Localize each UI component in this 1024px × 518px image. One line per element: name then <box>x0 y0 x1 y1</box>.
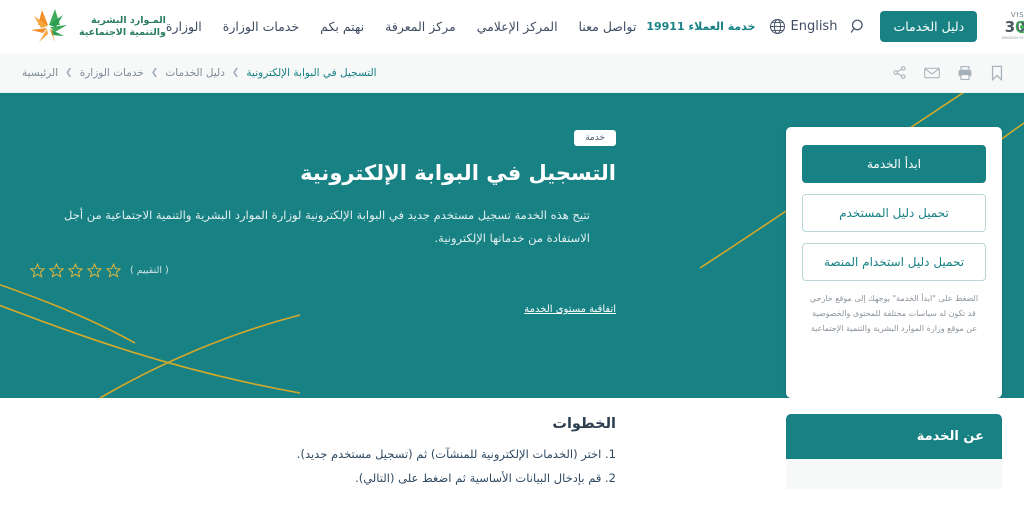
service-action-card: ابدأ الخدمة تحميل دليل المستخدم تحميل دل… <box>786 127 1002 398</box>
share-toolbar <box>892 65 1004 81</box>
steps-list: 1. اختر (الخدمات الإلكترونية للمنشآت) ثم… <box>30 443 616 490</box>
nav-item-contact-us[interactable]: تواصل معنا <box>579 19 637 34</box>
breadcrumb-separator: ❯ <box>231 67 240 78</box>
nav-item-knowledge-center[interactable]: مركز المعرفة <box>385 19 456 34</box>
step-number-2: 2. <box>605 470 616 485</box>
services-guide-button[interactable]: دليل الخدمات <box>880 11 978 42</box>
share-icon[interactable] <box>892 65 907 80</box>
step-text-1: اختر (الخدمات الإلكترونية للمنشآت) ثم (ت… <box>296 447 602 461</box>
steps-block: الخطوات 1. اختر (الخدمات الإلكترونية للم… <box>0 398 640 518</box>
ministry-logo[interactable]: المـوارد البشرية والتنمية الاجتماعية <box>26 7 166 47</box>
bookmark-icon[interactable] <box>990 65 1004 81</box>
nav-item-we-care[interactable]: نهتم بكم <box>320 19 364 34</box>
rating-widget[interactable]: ( التقييم ) <box>30 263 616 278</box>
download-user-guide-button[interactable]: تحميل دليل المستخدم <box>802 194 986 232</box>
language-switcher[interactable]: English <box>769 18 838 35</box>
service-actions-panel: ابدأ الخدمة تحميل دليل المستخدم تحميل دل… <box>640 93 1024 398</box>
page-title: التسجيل في البوابة الإلكترونية <box>300 161 616 185</box>
nav-item-ministry[interactable]: الوزارة <box>166 19 202 34</box>
star-icon-3[interactable] <box>68 263 83 278</box>
nav-item-media-center[interactable]: المركز الإعلامي <box>477 19 558 34</box>
service-details-section: الخطوات 1. اختر (الخدمات الإلكترونية للم… <box>0 398 1024 518</box>
rating-label: ( التقييم ) <box>130 265 169 277</box>
breadcrumb-separator: ❯ <box>65 67 73 78</box>
external-link-disclaimer: الضغط على "ابدأ الخدمة" يوجهك إلى موقع خ… <box>809 294 979 333</box>
service-type-badge: خدمة <box>574 130 616 146</box>
main-navigation: الوزارة خدمات الوزارة نهتم بكم مركز المع… <box>166 19 636 34</box>
step-number-1: 1. <box>605 447 616 461</box>
hero-content: خدمة التسجيل في البوابة الإلكترونية تتيح… <box>0 93 1024 398</box>
hero-text-block: خدمة التسجيل في البوابة الإلكترونية تتيح… <box>0 93 640 398</box>
download-platform-guide-button[interactable]: تحميل دليل استخدام المنصة <box>802 243 986 281</box>
email-icon[interactable] <box>924 65 940 81</box>
service-hero: خدمة التسجيل في البوابة الإلكترونية تتيح… <box>0 93 1024 398</box>
start-service-button[interactable]: ابدأ الخدمة <box>802 145 986 183</box>
customer-service-number[interactable]: خدمة العملاء 19911 <box>646 20 755 33</box>
ministry-logo-line1: المـوارد البشرية <box>91 15 166 27</box>
globe-icon <box>769 19 785 34</box>
tab-about-service[interactable]: عن الخدمة <box>786 414 1002 459</box>
step-item-2: 2. قم بإدخال البيانات الأساسية ثم اضغط ع… <box>30 467 616 491</box>
ministry-logo-mark <box>31 8 67 43</box>
star-icon-2[interactable] <box>49 263 64 278</box>
nav-item-ministry-services[interactable]: خدمات الوزارة <box>223 19 299 34</box>
breadcrumb-bar: الرئيسية ❯ خدمات الوزارة ❯ دليل الخدمات … <box>0 53 1024 93</box>
language-label: English <box>790 19 838 34</box>
search-button[interactable] <box>850 18 867 35</box>
ministry-logo-line2: والتنمية الاجتماعية <box>79 26 166 38</box>
search-icon <box>851 19 864 33</box>
tab-panel-body <box>786 459 1002 489</box>
breadcrumb-item-home[interactable]: الرئيسية <box>22 67 58 79</box>
ministry-logo-text: المـوارد البشرية والتنمية الاجتماعية <box>79 15 166 37</box>
star-icon-5[interactable] <box>106 263 121 278</box>
breadcrumb-item-ministry-services[interactable]: خدمات الوزارة <box>80 67 144 79</box>
breadcrumb-separator: ❯ <box>150 67 159 78</box>
star-icon-4[interactable] <box>87 263 102 278</box>
sla-link[interactable]: اتفاقية مستوى الخدمة <box>30 304 616 315</box>
star-icon-1[interactable] <box>30 263 45 278</box>
service-tabs: عن الخدمة <box>640 398 1024 518</box>
service-description: تتيح هذه الخدمة تسجيل مستخدم جديد في الب… <box>64 208 590 245</box>
rating-stars[interactable] <box>30 263 121 278</box>
site-header: المـوارد البشرية والتنمية الاجتماعية الو… <box>0 0 1024 53</box>
header-tools: خدمة العملاء 19911 English دليل الخدمات … <box>646 8 1024 46</box>
step-text-2: قم بإدخال البيانات الأساسية ثم اضغط على … <box>355 470 602 485</box>
vision-2030-logo[interactable]: VISION 2 30 KINGDOM OF SAUDI ARABIA <box>990 8 1024 46</box>
print-icon[interactable] <box>957 65 973 81</box>
breadcrumb: الرئيسية ❯ خدمات الوزارة ❯ دليل الخدمات … <box>22 67 377 79</box>
steps-title: الخطوات <box>552 416 616 432</box>
breadcrumb-item-current: التسجيل في البوابة الإلكترونية <box>246 66 377 79</box>
breadcrumb-item-services-guide[interactable]: دليل الخدمات <box>165 67 224 79</box>
step-item-1: 1. اختر (الخدمات الإلكترونية للمنشآت) ثم… <box>30 443 616 467</box>
svg-text:KINGDOM OF SAUDI ARABIA: KINGDOM OF SAUDI ARABIA <box>1002 36 1024 40</box>
